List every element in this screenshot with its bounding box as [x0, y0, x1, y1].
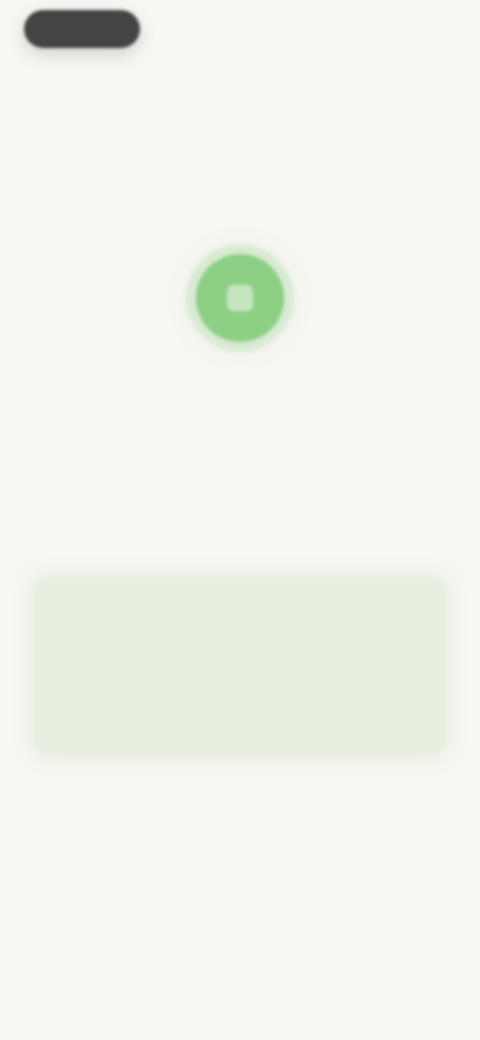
info-card[interactable] [34, 578, 446, 754]
screen [0, 0, 480, 1040]
check-circle-icon [196, 254, 284, 342]
top-pill-button[interactable] [24, 10, 140, 48]
check-icon-glyph [227, 285, 253, 311]
